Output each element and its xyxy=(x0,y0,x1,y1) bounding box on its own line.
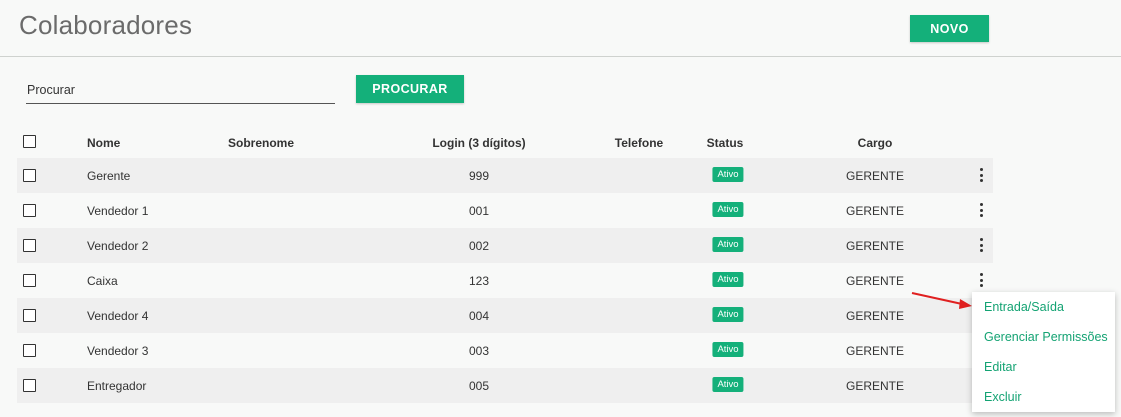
menu-item-entrada-saida[interactable]: Entrada/Saída xyxy=(972,292,1115,322)
status-badge: Ativo xyxy=(712,307,744,322)
row-checkbox[interactable] xyxy=(23,344,36,357)
cell-cargo: GERENTE xyxy=(845,204,905,218)
menu-item-editar[interactable]: Editar xyxy=(972,352,1115,382)
cell-cargo: GERENTE xyxy=(845,344,905,358)
table-row: Vendedor 3 003 Ativo GERENTE xyxy=(17,333,993,368)
collaborators-table: Nome Sobrenome Login (3 dígitos) Telefon… xyxy=(17,125,993,403)
page-header: Colaboradores NOVO xyxy=(0,0,1121,57)
menu-item-gerenciar-permissoes[interactable]: Gerenciar Permissões xyxy=(972,322,1115,352)
status-badge: Ativo xyxy=(712,202,744,217)
status-badge: Ativo xyxy=(712,342,744,357)
cell-cargo: GERENTE xyxy=(845,169,905,183)
new-collaborator-button[interactable]: NOVO xyxy=(910,15,989,42)
table-row: Entregador 005 Ativo GERENTE xyxy=(17,368,993,403)
table-row: Gerente 999 Ativo GERENTE xyxy=(17,158,993,193)
cell-cargo: GERENTE xyxy=(845,239,905,253)
row-actions-menu: Entrada/Saída Gerenciar Permissões Edita… xyxy=(972,292,1115,412)
status-badge: Ativo xyxy=(712,377,744,392)
cell-cargo: GERENTE xyxy=(845,309,905,323)
cell-login: 001 xyxy=(468,204,490,218)
cell-login: 003 xyxy=(468,344,490,358)
cell-login: 004 xyxy=(468,309,490,323)
cell-login: 123 xyxy=(468,274,490,288)
row-checkbox[interactable] xyxy=(23,379,36,392)
row-checkbox[interactable] xyxy=(23,239,36,252)
table-row: Caixa 123 Ativo GERENTE xyxy=(17,263,993,298)
cell-nome: Entregador xyxy=(87,379,147,393)
page-title: Colaboradores xyxy=(19,10,193,40)
select-all-checkbox[interactable] xyxy=(23,135,36,148)
cell-login: 002 xyxy=(468,239,490,253)
cell-nome: Vendedor 2 xyxy=(87,239,149,253)
cell-cargo: GERENTE xyxy=(845,379,905,393)
more-vert-icon[interactable] xyxy=(975,201,987,219)
row-checkbox[interactable] xyxy=(23,204,36,217)
more-vert-icon[interactable] xyxy=(975,271,987,289)
column-header-status: Status xyxy=(706,136,744,150)
column-header-sobrenome: Sobrenome xyxy=(227,136,295,150)
cell-login: 005 xyxy=(468,379,490,393)
row-checkbox[interactable] xyxy=(23,274,36,287)
column-header-nome: Nome xyxy=(87,136,121,150)
cell-nome: Vendedor 4 xyxy=(87,309,149,323)
column-header-cargo: Cargo xyxy=(857,136,893,150)
menu-item-excluir[interactable]: Excluir xyxy=(972,382,1115,412)
red-arrow-icon xyxy=(911,292,972,309)
cell-nome: Gerente xyxy=(87,169,131,183)
column-header-login: Login (3 dígitos) xyxy=(432,136,526,150)
more-vert-icon[interactable] xyxy=(975,236,987,254)
column-header-telefone: Telefone xyxy=(614,136,664,150)
status-badge: Ativo xyxy=(712,237,744,252)
table-row: Vendedor 4 004 Ativo GERENTE xyxy=(17,298,993,333)
more-vert-icon[interactable] xyxy=(975,166,987,184)
status-badge: Ativo xyxy=(712,272,744,287)
row-checkbox[interactable] xyxy=(23,309,36,322)
status-badge: Ativo xyxy=(712,167,744,182)
cell-nome: Vendedor 3 xyxy=(87,344,149,358)
cell-cargo: GERENTE xyxy=(845,274,905,288)
table-row: Vendedor 2 002 Ativo GERENTE xyxy=(17,228,993,263)
table-row: Vendedor 1 001 Ativo GERENTE xyxy=(17,193,993,228)
cell-nome: Vendedor 1 xyxy=(87,204,149,218)
cell-nome: Caixa xyxy=(87,274,118,288)
cell-login: 999 xyxy=(468,169,490,183)
search-input[interactable] xyxy=(26,78,335,102)
search-button[interactable]: PROCURAR xyxy=(356,75,464,103)
row-checkbox[interactable] xyxy=(23,169,36,182)
table-header: Nome Sobrenome Login (3 dígitos) Telefon… xyxy=(17,125,993,158)
search-field[interactable] xyxy=(26,78,335,104)
